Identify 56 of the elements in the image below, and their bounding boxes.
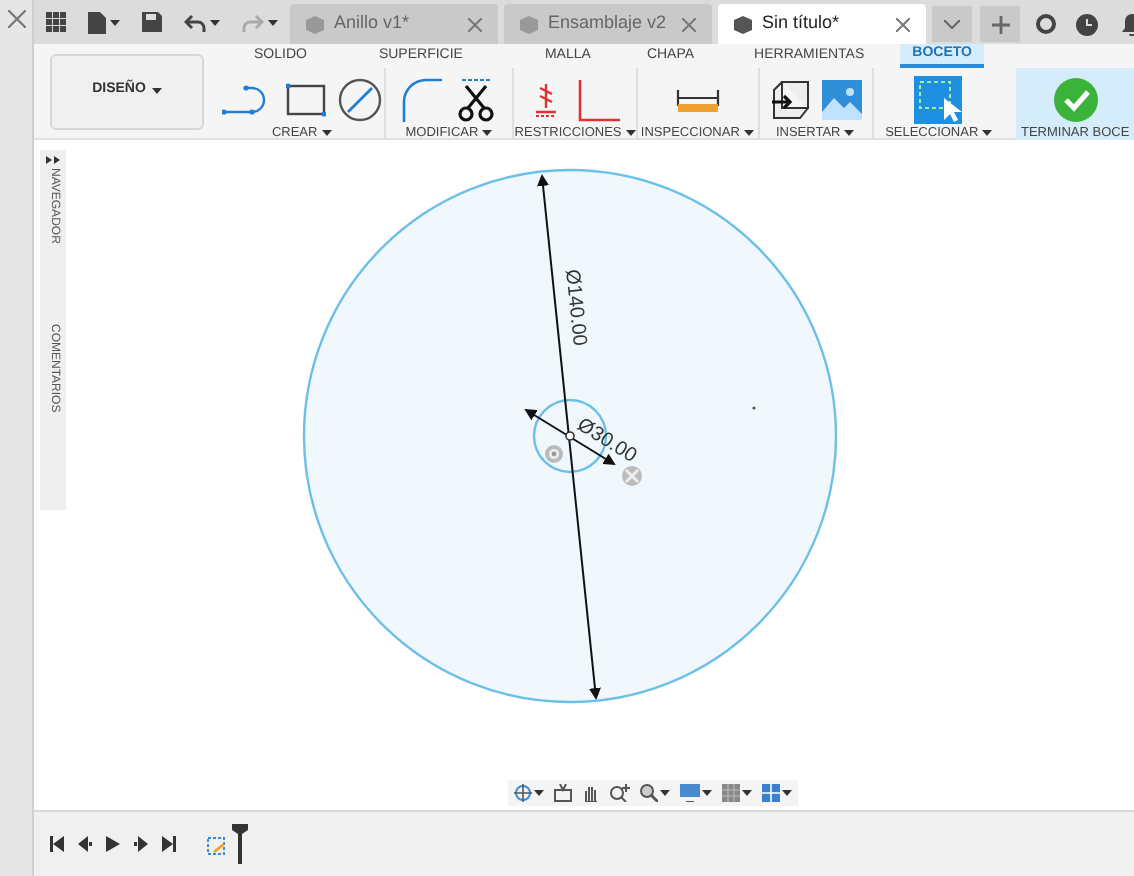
caret-icon (110, 19, 120, 25)
save-icon[interactable] (142, 12, 162, 32)
caret-icon (742, 790, 752, 796)
close-icon[interactable] (896, 17, 910, 31)
caret-icon (268, 19, 278, 25)
tab-label: Anillo v1* (334, 10, 412, 37)
caret-icon (702, 790, 712, 796)
cube-icon (520, 15, 538, 33)
cube-icon (306, 15, 324, 33)
new-tab-button[interactable] (980, 6, 1020, 42)
center-point[interactable] (565, 431, 575, 441)
expand-icon[interactable] (46, 156, 60, 164)
zoom-icon[interactable] (610, 784, 630, 802)
viewports-icon[interactable] (762, 784, 780, 802)
display-icon[interactable] (680, 784, 700, 802)
sync-icon[interactable] (1036, 14, 1056, 34)
caret-icon (151, 88, 162, 94)
caret-icon (782, 790, 792, 796)
tab-label: Sin título* (762, 10, 842, 37)
perpendicular-icon[interactable] (575, 78, 620, 122)
timeline-marker-icon[interactable] (232, 824, 248, 864)
step-back-icon[interactable] (78, 836, 92, 852)
file-icon[interactable] (88, 11, 106, 33)
circle-icon[interactable] (337, 78, 382, 122)
close-icon[interactable] (682, 17, 696, 31)
plus-icon (991, 15, 1009, 33)
chevron-down-icon (944, 19, 960, 29)
close-icon[interactable] (7, 10, 25, 28)
close-icon[interactable] (468, 17, 482, 31)
step-forward-icon[interactable] (134, 836, 148, 852)
orbit-icon[interactable] (514, 784, 532, 802)
play-icon[interactable] (106, 836, 120, 852)
clock-icon[interactable] (1076, 13, 1098, 35)
image-icon[interactable] (821, 80, 862, 120)
zoom-fit-icon[interactable] (640, 784, 658, 802)
checkmark-icon[interactable] (1053, 78, 1098, 122)
document-tab[interactable]: Sin título* (718, 4, 926, 44)
rectangle-icon[interactable] (285, 82, 326, 118)
tab-list-button[interactable] (932, 6, 972, 42)
look-at-icon[interactable] (554, 784, 572, 802)
scissors-icon[interactable] (458, 78, 495, 122)
caret-icon (660, 790, 670, 796)
caret-icon (210, 19, 220, 25)
measure-icon[interactable] (675, 86, 720, 114)
undo-icon[interactable] (184, 13, 206, 31)
tab-label: Ensamblaje v2 (548, 10, 669, 37)
select-icon[interactable] (914, 76, 963, 124)
skip-back-icon[interactable] (50, 836, 64, 852)
coincident-icon[interactable] (531, 80, 560, 120)
apps-grid-icon[interactable] (46, 12, 66, 32)
caret-icon (534, 790, 544, 796)
insert-icon[interactable] (769, 80, 810, 120)
skip-forward-icon[interactable] (162, 836, 176, 852)
document-tab[interactable]: Anillo v1* (290, 4, 498, 44)
cube-icon (734, 15, 752, 33)
fillet-icon[interactable] (402, 78, 443, 122)
